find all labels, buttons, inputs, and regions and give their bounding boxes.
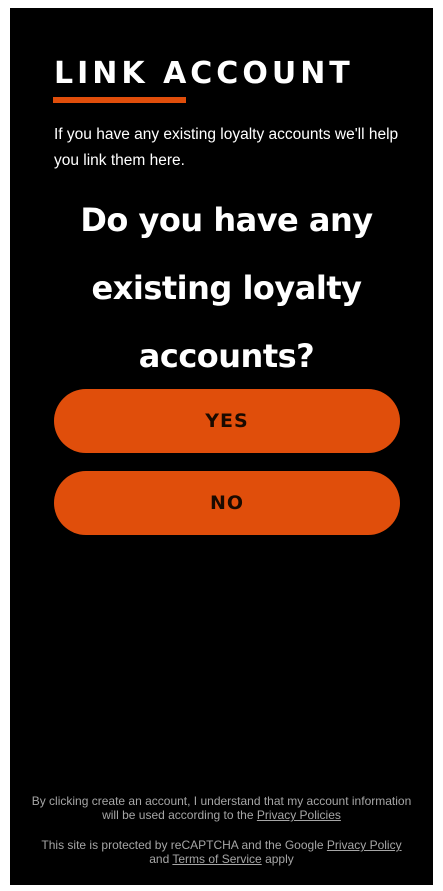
apply-text: apply (265, 852, 294, 866)
privacy-policies-link[interactable]: Privacy Policies (257, 808, 341, 822)
title-underline (53, 97, 186, 103)
intro-text: If you have any existing loyalty account… (54, 126, 399, 169)
consent-text: By clicking create an account, I underst… (31, 794, 412, 822)
page-title: LINK ACCOUNT (54, 56, 354, 91)
recaptcha-text: This site is protected by reCAPTCHA and … (41, 838, 324, 852)
and-text: and (149, 852, 170, 866)
privacy-policy-link[interactable]: Privacy Policy (327, 838, 402, 852)
recaptcha-notice: This site is protected by reCAPTCHA and … (30, 838, 413, 866)
no-button[interactable]: NO (54, 471, 400, 535)
question-heading: Do you have any existing loyalty account… (80, 201, 373, 375)
consent-notice: By clicking create an account, I underst… (30, 794, 413, 822)
link-account-panel: LINK ACCOUNT If you have any existing lo… (10, 8, 433, 885)
yes-button[interactable]: YES (54, 389, 400, 453)
terms-of-service-link[interactable]: Terms of Service (172, 852, 261, 866)
